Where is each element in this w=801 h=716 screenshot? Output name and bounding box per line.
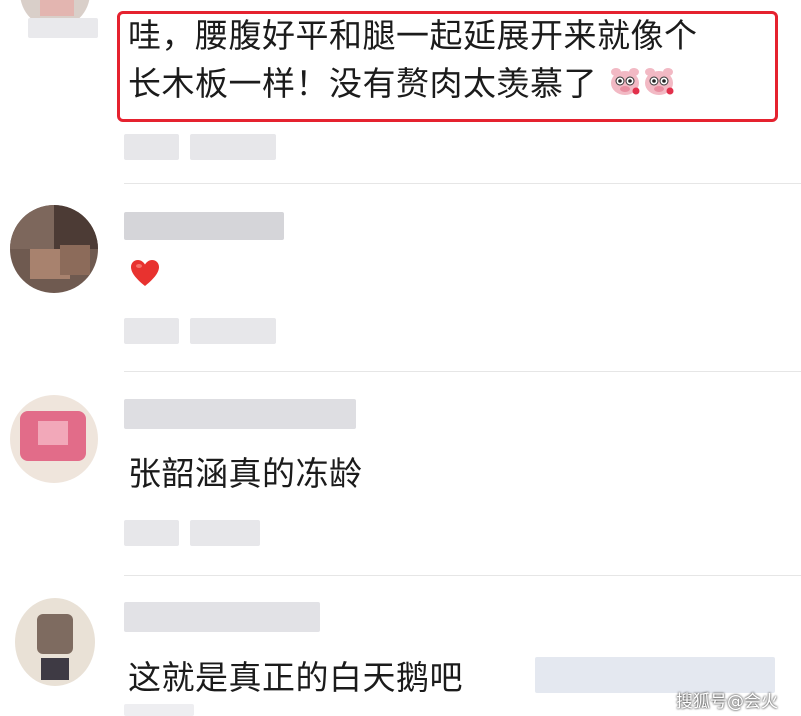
username-blurred[interactable] bbox=[124, 212, 284, 240]
reply-blurred[interactable] bbox=[190, 520, 260, 546]
avatar[interactable] bbox=[10, 395, 98, 483]
watermark: 搜狐号@会火 bbox=[676, 687, 778, 712]
divider bbox=[124, 371, 801, 372]
comment-text-line1: 哇，腰腹好平和腿一起延展开来就像个 bbox=[128, 16, 698, 55]
comment-text: 张韶涵真的冻龄 bbox=[128, 454, 363, 493]
divider bbox=[124, 183, 801, 184]
pig-face-icon bbox=[608, 64, 642, 108]
timestamp-blurred bbox=[124, 520, 179, 546]
timestamp-blurred bbox=[124, 134, 179, 160]
comment-text: 这就是真正的白天鹅吧 bbox=[128, 658, 463, 697]
username-blurred[interactable] bbox=[124, 602, 320, 632]
reply-blurred[interactable] bbox=[190, 318, 276, 344]
username-blurred[interactable] bbox=[124, 399, 356, 429]
heart-icon bbox=[130, 259, 160, 289]
timestamp-blurred bbox=[124, 318, 179, 344]
reply-blurred[interactable] bbox=[190, 134, 276, 160]
avatar[interactable] bbox=[15, 598, 95, 686]
comment-text-line2-content: 长木板一样！没有赘肉太羡慕了 bbox=[128, 64, 597, 103]
watermark-text: 搜狐号@会火 bbox=[676, 692, 778, 712]
avatar[interactable] bbox=[10, 205, 98, 293]
username-blurred[interactable] bbox=[28, 18, 98, 38]
divider bbox=[124, 575, 801, 576]
timestamp-blurred bbox=[124, 704, 194, 716]
pig-face-icon bbox=[642, 64, 676, 108]
comment-text-line2: 长木板一样！没有赘肉太羡慕了 bbox=[128, 62, 676, 108]
